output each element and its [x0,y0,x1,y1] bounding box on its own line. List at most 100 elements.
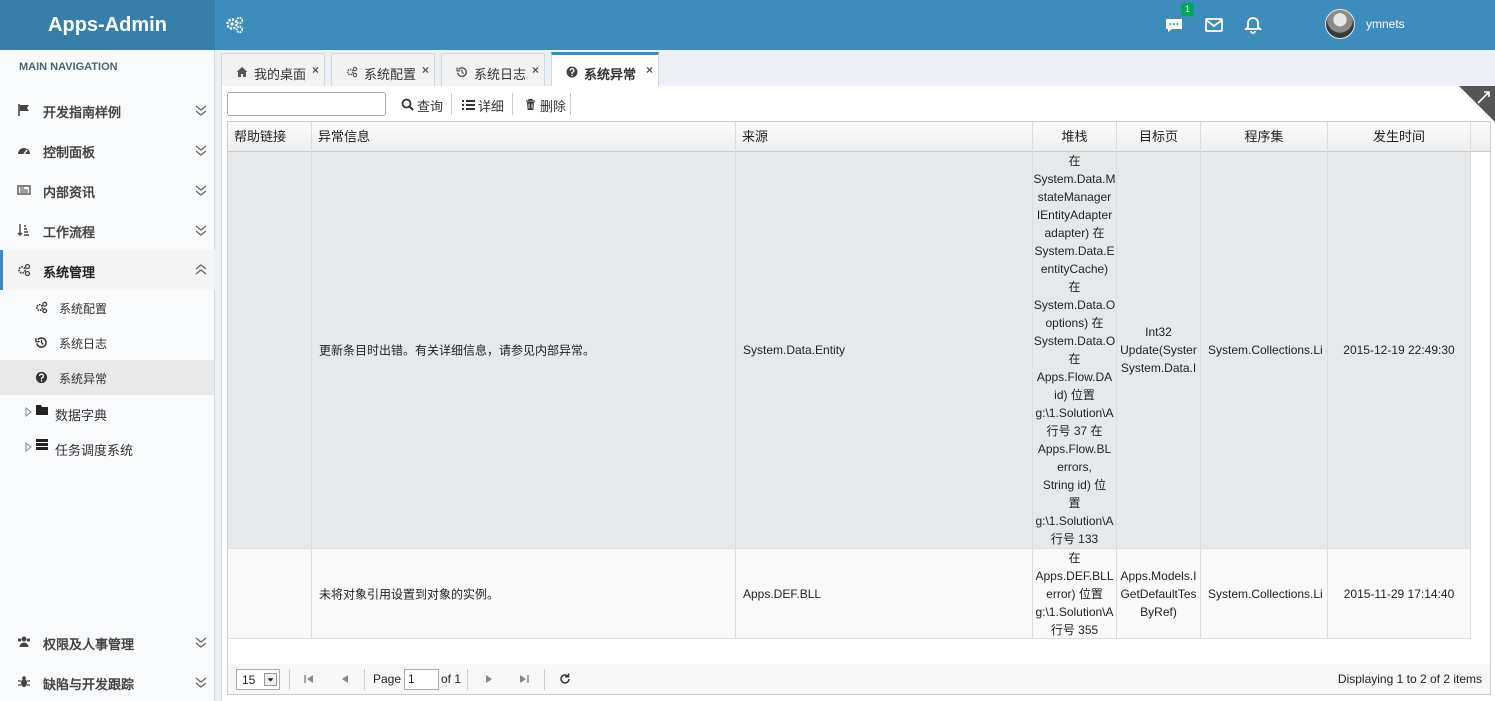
toolbar-divider [512,93,513,115]
sidebar-item-news[interactable]: 内部资讯 [0,170,215,210]
bell-icon[interactable] [1243,15,1263,35]
cogs-icon [346,66,358,78]
column-header-stack[interactable]: 堆栈 [1033,122,1117,152]
cell-message: 更新条目时出错。有关详细信息，请参见内部异常。 [312,152,736,548]
pager-divider [544,669,545,690]
page-total: of 1 [441,672,462,686]
comments-icon[interactable] [1164,15,1184,35]
sidebar-item-bug-tracking[interactable]: 缺陷与开发跟踪 [0,662,215,701]
pager-divider [467,669,468,690]
cogs-icon [36,301,48,314]
tab-label: 系统配置 [364,67,417,82]
cogs-icon [18,263,31,277]
username[interactable]: ymnets [1366,17,1405,31]
tab-bar: 我的桌面 × 系统配置 × 系统日志 × 系统异常 × [215,50,1495,87]
sidebar-item-dashboard[interactable]: 控制面板 [0,130,215,170]
prev-page-icon[interactable] [338,672,352,686]
sidebar-item-label: 内部资讯 [43,185,96,200]
app-logo[interactable]: Apps-Admin [0,0,215,50]
sidebar-item-label: 开发指南样例 [43,105,122,120]
close-icon[interactable]: × [422,63,429,77]
sidebar: MAIN NAVIGATION 开发指南样例 控制面板 内部资讯 工作流程 系统… [0,50,215,701]
tree-expand-icon[interactable] [25,407,33,417]
trash-icon [526,98,535,110]
cogs-icon[interactable] [225,15,245,35]
question-circle-icon [566,66,578,78]
sidebar-item-system-management[interactable]: 系统管理 [0,250,215,290]
detail-label: 详细 [478,99,505,114]
stack-lines: 在 Apps.DEF.BLL error) 位置 g:\1.Solution\A 行号 … [1035,550,1114,637]
display-info: Displaying 1 to 2 of 2 items [1337,672,1482,686]
tab-system-exception[interactable]: 系统异常 × [551,52,659,87]
exception-grid: 帮助链接 异常信息 来源 堆栈 目标页 程序集 发生时间 更新条目时出错。有关详… [227,121,1491,666]
column-header-source[interactable]: 来源 [736,122,1033,152]
submenu-item-system-log[interactable]: 系统日志 [0,325,214,360]
sidebar-item-label: 系统管理 [43,265,96,280]
stack-lines: 在 System.Data.M stateManager IEntityAdapter… [1033,154,1116,546]
close-icon[interactable]: × [646,63,653,77]
column-header-assembly[interactable]: 程序集 [1201,122,1328,152]
column-header-message[interactable]: 异常信息 [312,122,736,152]
close-icon[interactable]: × [312,63,319,77]
cell-assembly: System.Collections.Li [1201,549,1328,638]
sidebar-item-label: 控制面板 [43,145,96,160]
search-input[interactable] [227,92,386,116]
chevron-down-icon [195,145,207,156]
cell-help-link [228,549,312,638]
next-page-icon[interactable] [482,672,496,686]
page-size-select[interactable]: 15 [236,669,280,690]
sidebar-item-label: 权限及人事管理 [43,637,135,652]
column-header-time[interactable]: 发生时间 [1328,122,1471,152]
grid-header: 帮助链接 异常信息 来源 堆栈 目标页 程序集 发生时间 [228,122,1490,152]
target-lines: Int32 Update(Syster System.Data.I [1120,325,1197,375]
tree-item-data-dictionary[interactable]: 数据字典 [0,395,214,430]
fullscreen-icon[interactable] [1459,86,1495,122]
tree-item-task-scheduler[interactable]: 任务调度系统 [0,430,214,465]
table-row[interactable]: 更新条目时出错。有关详细信息，请参见内部异常。 System.Data.Enti… [228,152,1471,549]
home-icon [236,67,248,77]
last-page-icon[interactable] [517,672,531,686]
chevron-down-icon [195,637,207,648]
page-label: Page [373,672,402,686]
history-icon [456,67,467,78]
chevron-down-icon [195,225,207,236]
chevron-down-icon [195,105,207,116]
envelope-icon[interactable] [1204,15,1224,35]
cell-stack: 在 System.Data.M stateManager IEntityAdapter… [1033,152,1117,548]
submenu-item-system-config[interactable]: 系统配置 [0,290,214,325]
column-header-help-link[interactable]: 帮助链接 [228,122,312,152]
user-avatar[interactable] [1325,9,1355,39]
chevron-down-icon [195,677,207,688]
pager-divider [364,669,365,690]
grid-pager: 15 Page 1 of 1 Displaying 1 to 2 of 2 it… [227,664,1491,695]
cell-source: System.Data.Entity [736,152,1033,548]
cell-assembly: System.Collections.Li [1201,152,1328,548]
submenu-item-system-exception[interactable]: 系统异常 [0,360,214,395]
submenu-item-label: 系统日志 [59,337,108,351]
refresh-icon[interactable] [558,672,572,686]
first-page-icon[interactable] [302,672,316,686]
query-label: 查询 [417,99,444,114]
tree-expand-icon[interactable] [25,442,33,452]
tree-item-label: 数据字典 [55,408,108,423]
top-navbar: 1 ymnets [215,0,1495,50]
column-header-target[interactable]: 目标页 [1117,122,1201,152]
caret-down-icon [264,673,277,686]
sidebar-item-dev-guide[interactable]: 开发指南样例 [0,90,215,130]
chevron-down-icon [195,185,207,196]
delete-button[interactable]: 删除 [524,92,568,115]
table-row[interactable]: 未将对象引用设置到对象的实例。 Apps.DEF.BLL 在 Apps.DEF.B… [228,549,1471,639]
close-icon[interactable]: × [532,63,539,77]
sidebar-header: MAIN NAVIGATION [19,61,118,73]
detail-button[interactable]: 详细 [462,92,507,115]
sidebar-item-workflow[interactable]: 工作流程 [0,210,215,250]
tab-system-config[interactable]: 系统配置 × [331,53,435,87]
cell-source: Apps.DEF.BLL [736,549,1033,638]
tab-system-log[interactable]: 系统日志 × [441,53,545,87]
page-number-input[interactable]: 1 [404,669,439,690]
content-panel: 查询 详细 删除 帮助链接 异常信息 来源 堆栈 目标页 程序集 发生时间 更新… [221,86,1495,701]
list-icon [462,100,475,110]
sidebar-item-permissions[interactable]: 权限及人事管理 [0,622,215,662]
tab-my-desktop[interactable]: 我的桌面 × [221,53,325,87]
query-button[interactable]: 查询 [401,92,446,115]
